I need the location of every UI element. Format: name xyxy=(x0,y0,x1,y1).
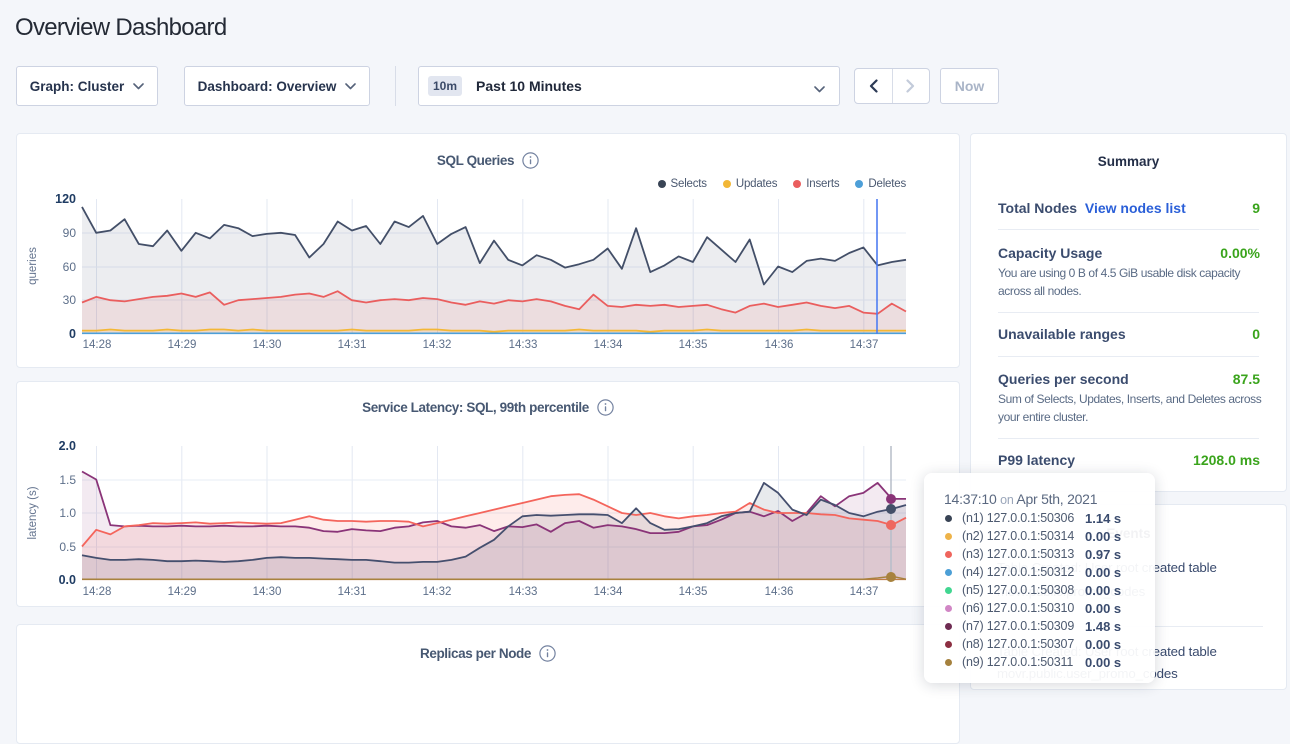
svg-text:queries: queries xyxy=(27,247,39,285)
svg-text:14:35: 14:35 xyxy=(679,586,708,598)
svg-text:60: 60 xyxy=(63,260,77,274)
svg-text:2.0: 2.0 xyxy=(59,439,76,453)
svg-text:14:30: 14:30 xyxy=(253,586,282,598)
svg-text:latency (s): latency (s) xyxy=(27,486,39,539)
svg-text:14:28: 14:28 xyxy=(83,586,112,598)
svg-text:1.5: 1.5 xyxy=(59,473,76,487)
svg-text:0.5: 0.5 xyxy=(59,540,76,554)
svg-text:14:29: 14:29 xyxy=(168,339,197,351)
svg-text:1.0: 1.0 xyxy=(59,506,76,520)
svg-text:14:37: 14:37 xyxy=(850,586,879,598)
svg-text:90: 90 xyxy=(63,226,77,240)
svg-text:14:35: 14:35 xyxy=(679,339,708,351)
svg-text:14:34: 14:34 xyxy=(594,339,623,351)
svg-text:14:29: 14:29 xyxy=(168,586,197,598)
svg-text:14:31: 14:31 xyxy=(338,586,367,598)
svg-text:14:30: 14:30 xyxy=(253,339,282,351)
svg-text:14:37: 14:37 xyxy=(850,339,879,351)
svg-text:14:34: 14:34 xyxy=(594,586,623,598)
svg-text:120: 120 xyxy=(55,192,76,206)
svg-text:14:36: 14:36 xyxy=(765,339,794,351)
svg-text:0.0: 0.0 xyxy=(59,573,76,587)
svg-text:30: 30 xyxy=(63,293,77,307)
svg-text:14:36: 14:36 xyxy=(765,586,794,598)
svg-text:14:32: 14:32 xyxy=(423,339,452,351)
svg-text:14:32: 14:32 xyxy=(423,586,452,598)
svg-text:0: 0 xyxy=(69,327,76,341)
svg-text:14:33: 14:33 xyxy=(509,339,538,351)
svg-text:14:31: 14:31 xyxy=(338,339,367,351)
svg-text:14:33: 14:33 xyxy=(509,586,538,598)
svg-text:14:28: 14:28 xyxy=(83,339,112,351)
